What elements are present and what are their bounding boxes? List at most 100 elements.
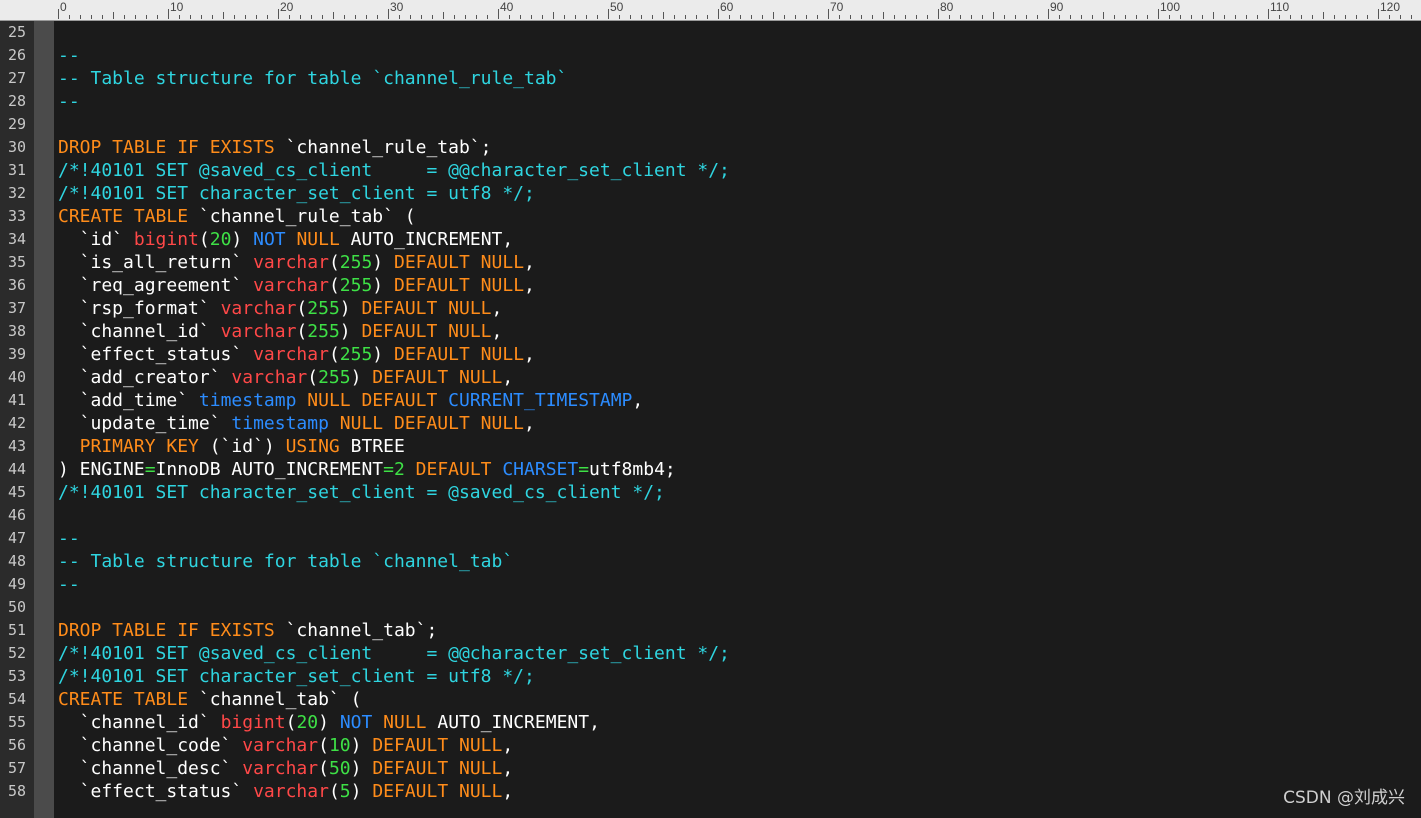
ruler-tick: [388, 9, 389, 19]
code-line[interactable]: 30 DROP TABLE IF EXISTS `channel_rule_tab…: [0, 136, 1421, 159]
code-line[interactable]: 34 `id` bigint(20) NOT NULL AUTO_INCREME…: [0, 228, 1421, 251]
code-token: DEFAULT NULL: [372, 367, 503, 388]
line-number: 51: [7, 621, 27, 639]
line-number: 32: [7, 184, 27, 202]
ruler-tick: [1356, 15, 1357, 19]
code-line[interactable]: 54 CREATE TABLE `channel_tab` (: [0, 688, 1421, 711]
code-line[interactable]: 52 /*!40101 SET @saved_cs_client = @@char…: [0, 642, 1421, 665]
code-token: `id`: [58, 229, 134, 250]
ruler-tick: [355, 15, 356, 19]
code-line[interactable]: 46: [0, 504, 1421, 527]
code-token: CREATE TABLE: [58, 689, 199, 710]
code-token: `effect_status`: [58, 781, 254, 802]
ruler-tick: [146, 15, 147, 19]
code-line[interactable]: 47 --: [0, 527, 1421, 550]
ruler-tick: [201, 15, 202, 19]
code-line[interactable]: 27 -- Table structure for table `channel_…: [0, 67, 1421, 90]
line-code: DROP TABLE IF EXISTS `channel_tab`;: [58, 619, 437, 642]
code-line[interactable]: 55 `channel_id` bigint(20) NOT NULL AUTO…: [0, 711, 1421, 734]
ruler-label: 30: [390, 0, 404, 14]
code-line[interactable]: 43 PRIMARY KEY (`id`) USING BTREE: [0, 435, 1421, 458]
line-number: 29: [7, 115, 27, 133]
code-token: `channel_rule_tab`;: [285, 137, 492, 158]
line-code: /*!40101 SET @saved_cs_client = @@charac…: [58, 642, 730, 665]
code-line[interactable]: 41 `add_time` timestamp NULL DEFAULT CUR…: [0, 389, 1421, 412]
code-line[interactable]: 32 /*!40101 SET character_set_client = ut…: [0, 182, 1421, 205]
code-line[interactable]: 26 --: [0, 44, 1421, 67]
code-line[interactable]: 53 /*!40101 SET character_set_client = ut…: [0, 665, 1421, 688]
ruler-tick: [696, 15, 697, 19]
code-token: (: [285, 712, 297, 733]
ruler-tick: [817, 15, 818, 19]
ruler-tick: [267, 15, 268, 19]
code-line[interactable]: 37 `rsp_format` varchar(255) DEFAULT NUL…: [0, 297, 1421, 320]
line-number: 47: [7, 529, 27, 547]
line-code: `rsp_format` varchar(255) DEFAULT NULL,: [58, 297, 503, 320]
code-token: -- Table structure for table `channel_ta…: [58, 551, 514, 572]
code-line[interactable]: 29: [0, 113, 1421, 136]
code-token: InnoDB AUTO_INCREMENT: [155, 459, 384, 480]
ruler-tick: [927, 15, 928, 19]
code-line[interactable]: 44) ENGINE=InnoDB AUTO_INCREMENT=2 DEFAU…: [0, 458, 1421, 481]
line-number: 54: [7, 690, 27, 708]
code-line[interactable]: 40 `add_creator` varchar(255) DEFAULT NU…: [0, 366, 1421, 389]
ruler-tick: [1114, 15, 1115, 19]
ruler-label: 80: [940, 0, 954, 14]
ruler-tick: [245, 15, 246, 19]
ruler-tick: [916, 15, 917, 19]
ruler-tick: [1213, 12, 1214, 19]
line-code: -- Table structure for table `channel_ta…: [58, 550, 513, 573]
code-token: DROP TABLE IF EXISTS: [58, 620, 286, 641]
code-token: ): [339, 298, 362, 319]
code-line[interactable]: 31 /*!40101 SET @saved_cs_client = @@char…: [0, 159, 1421, 182]
ruler-tick: [1301, 15, 1302, 19]
line-code: /*!40101 SET @saved_cs_client = @@charac…: [58, 159, 730, 182]
code-token: (: [198, 229, 210, 250]
code-token: NOT: [253, 229, 297, 250]
code-line[interactable]: 39 `effect_status` varchar(255) DEFAULT …: [0, 343, 1421, 366]
ruler-tick: [1389, 15, 1390, 19]
ruler-tick: [828, 9, 829, 19]
ruler-tick: [795, 15, 796, 19]
code-line[interactable]: 45 /*!40101 SET character_set_client = @s…: [0, 481, 1421, 504]
ruler-tick: [179, 15, 180, 19]
line-number: 53: [7, 667, 27, 685]
code-line[interactable]: 36 `req_agreement` varchar(255) DEFAULT …: [0, 274, 1421, 297]
code-token: (: [318, 735, 329, 756]
line-code: --: [58, 573, 80, 596]
code-line[interactable]: 51 DROP TABLE IF EXISTS `channel_tab`;: [0, 619, 1421, 642]
code-token: /*!40101 SET character_set_client = utf8…: [58, 183, 535, 204]
code-line[interactable]: 33 CREATE TABLE `channel_rule_tab` (: [0, 205, 1421, 228]
code-token: (: [328, 781, 340, 802]
ruler-tick: [718, 9, 719, 19]
ruler-tick: [1235, 15, 1236, 19]
ruler-tick: [69, 15, 70, 19]
code-token: DEFAULT NULL: [372, 781, 503, 802]
code-token: `add_creator`: [58, 367, 232, 388]
ruler-tick: [135, 15, 136, 19]
code-line[interactable]: 38 `channel_id` varchar(255) DEFAULT NUL…: [0, 320, 1421, 343]
code-line[interactable]: 48 -- Table structure for table `channel_…: [0, 550, 1421, 573]
code-line[interactable]: 49 --: [0, 573, 1421, 596]
ruler-tick: [476, 15, 477, 19]
code-token: ): [231, 229, 254, 250]
ruler-label: 0: [60, 0, 67, 14]
line-number: 38: [7, 322, 27, 340]
code-line[interactable]: 35 `is_all_return` varchar(255) DEFAULT …: [0, 251, 1421, 274]
code-line[interactable]: 56 `channel_code` varchar(10) DEFAULT NU…: [0, 734, 1421, 757]
ruler-tick: [190, 15, 191, 19]
code-line[interactable]: 57 `channel_desc` varchar(50) DEFAULT NU…: [0, 757, 1421, 780]
code-token: ,: [524, 275, 535, 296]
column-ruler: 0 10 20 30 40 50 60 70 80 90 100 110 120: [0, 0, 1421, 21]
code-token: utf8mb4;: [589, 459, 676, 480]
code-line[interactable]: 28 --: [0, 90, 1421, 113]
code-line[interactable]: 25: [0, 21, 1421, 44]
code-line[interactable]: 42 `update_time` timestamp NULL DEFAULT …: [0, 412, 1421, 435]
code-editor[interactable]: 25 26 -- 27 -- Table structure for table `ch…: [0, 21, 1421, 803]
code-token: ,: [502, 781, 514, 802]
code-token: timestamp: [198, 390, 308, 411]
code-line[interactable]: 50: [0, 596, 1421, 619]
code-token: DEFAULT NULL: [393, 344, 525, 365]
code-line[interactable]: 58 `effect_status` varchar(5) DEFAULT NU…: [0, 780, 1421, 803]
line-code: `add_time` timestamp NULL DEFAULT CURREN…: [58, 389, 644, 412]
